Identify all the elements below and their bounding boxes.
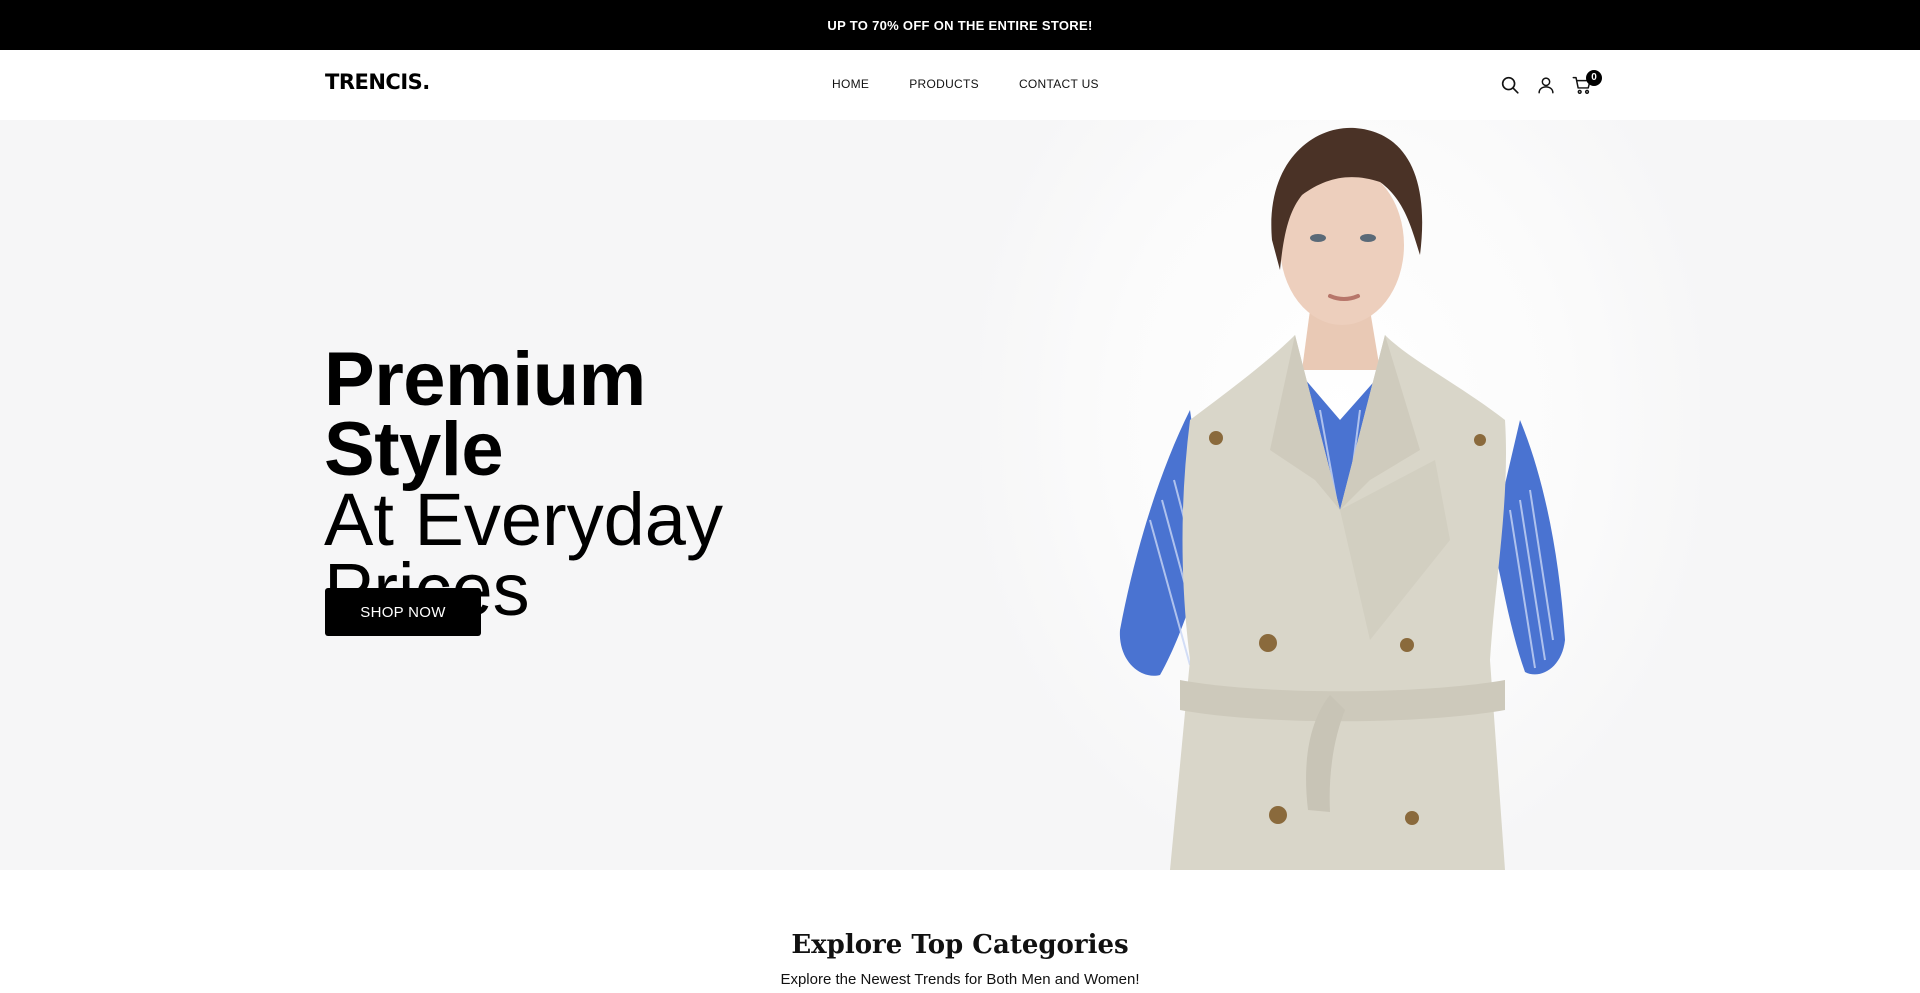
headline-line-2: At Everyday — [324, 478, 723, 561]
nav-products[interactable]: PRODUCTS — [909, 77, 979, 91]
nav-home[interactable]: HOME — [832, 77, 869, 91]
cart-count-badge: 0 — [1586, 70, 1602, 86]
categories-subtitle: Explore the Newest Trends for Both Men a… — [780, 971, 1140, 988]
headline-line-1: Premium Style — [324, 337, 646, 492]
announcement-text: UP TO 70% OFF ON THE ENTIRE STORE! — [827, 17, 1093, 33]
categories-title: Explore Top Categories — [791, 930, 1129, 960]
site-header: TRENCIS. HOME PRODUCTS CONTACT US 0 — [0, 50, 1920, 120]
user-icon[interactable] — [1535, 74, 1557, 96]
main-nav: HOME PRODUCTS CONTACT US — [832, 77, 1099, 91]
hero-headline: Premium Style At Everyday Prices — [324, 337, 844, 627]
hero-model-image — [1119, 127, 1565, 870]
search-icon[interactable] — [1499, 74, 1521, 96]
hero-banner: Premium Style At Everyday Prices SHOP NO… — [0, 120, 1920, 870]
announcement-bar: UP TO 70% OFF ON THE ENTIRE STORE! — [0, 0, 1920, 50]
header-actions: 0 — [1497, 70, 1607, 100]
brand-logo[interactable]: TRENCIS. — [325, 70, 430, 94]
nav-contact-us[interactable]: CONTACT US — [1019, 77, 1099, 91]
shop-now-button[interactable]: SHOP NOW — [325, 588, 481, 636]
